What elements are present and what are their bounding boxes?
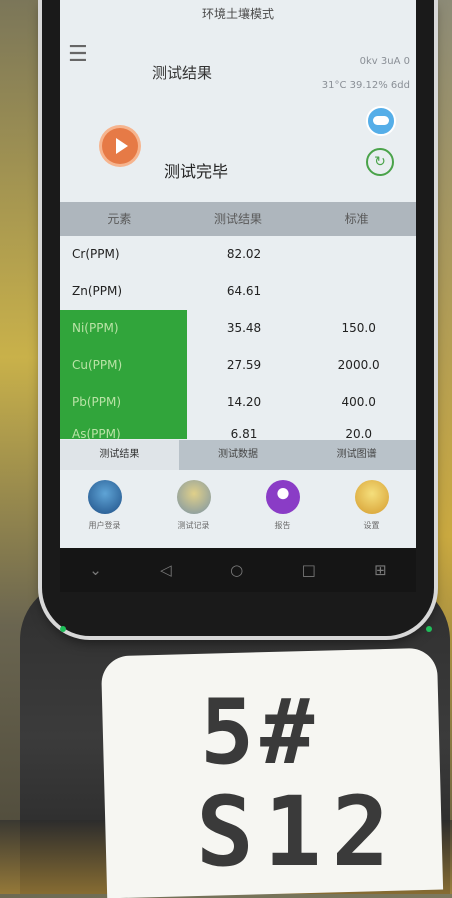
home-icon[interactable]: ○ — [230, 561, 243, 579]
sample-label-line-1: 5# — [200, 680, 321, 785]
user-icon — [87, 480, 122, 514]
tab-test-data[interactable]: 测试数据 — [178, 440, 298, 470]
recents-icon[interactable]: □ — [302, 561, 316, 579]
table-row[interactable]: Pb(PPM) 14.20 400.0 — [60, 384, 416, 421]
result-cell: 82.02 — [226, 247, 262, 261]
dock-item-login[interactable]: 用户登录 — [73, 480, 137, 531]
results-table-header: 元素 测试结果 标准 — [60, 202, 416, 236]
table-row[interactable]: Zn(PPM) 64.61 — [60, 273, 416, 310]
standard-cell: 2000.0 — [337, 358, 380, 372]
table-row[interactable]: Cr(PPM) 82.02 — [60, 236, 416, 273]
menu-icon[interactable]: ☰ — [68, 42, 88, 67]
app-mode-title: 环境土壤模式 — [201, 7, 274, 21]
android-navbar: ⌄ ◁ ○ □ ⊞ — [60, 548, 416, 592]
dock-label: 测试记录 — [177, 521, 210, 530]
element-cell: Ni(PPM) — [60, 310, 187, 347]
phone-device: 环境土壤模式 ☰ 测试结果 0kv 3uA 0 31°C 39.12% 6dd … — [42, 0, 434, 636]
tab-test-spectrum[interactable]: 测试图谱 — [297, 440, 416, 470]
cloud-icon[interactable] — [366, 106, 396, 136]
app-header: ☰ 测试结果 0kv 3uA 0 31°C 39.12% 6dd — [60, 28, 416, 108]
standard-cell — [301, 236, 416, 273]
dock-label: 用户登录 — [88, 521, 121, 530]
tab-test-result[interactable]: 测试结果 — [60, 440, 179, 470]
phone-screen: 环境土壤模式 ☰ 测试结果 0kv 3uA 0 31°C 39.12% 6dd … — [60, 0, 416, 548]
sync-icon[interactable]: ↻ — [366, 148, 394, 176]
table-row[interactable]: As(PPM) 6.81 20.0 — [60, 421, 416, 439]
settings-icon — [354, 480, 389, 514]
bottom-tabs: 测试结果 测试数据 测试图谱 — [60, 440, 416, 470]
element-cell: Cr(PPM) — [72, 247, 120, 261]
results-table: Cr(PPM) 82.02 Zn(PPM) 64.61 Ni(PPM) 35.4… — [60, 236, 416, 439]
page-title: 测试结果 — [152, 64, 213, 82]
result-cell: 27.59 — [226, 358, 262, 372]
test-status-text: 测试完毕 — [164, 162, 229, 181]
column-header-element: 元素 — [107, 212, 132, 226]
element-cell: Pb(PPM) — [60, 384, 187, 421]
element-cell: Zn(PPM) — [72, 284, 123, 298]
device-status-line-2: 31°C 39.12% 6dd — [321, 80, 410, 91]
element-cell: As(PPM) — [60, 421, 187, 439]
element-cell: Cu(PPM) — [60, 347, 187, 384]
dock-item-records[interactable]: 测试记录 — [162, 480, 226, 531]
back-icon[interactable]: ◁ — [160, 561, 172, 579]
device-status-line-1: 0kv 3uA 0 — [359, 56, 410, 67]
play-icon[interactable] — [102, 128, 138, 164]
screenshot-icon[interactable]: ⊞ — [374, 561, 387, 579]
result-cell: 6.81 — [230, 427, 258, 439]
dock-item-report[interactable]: 报告 — [251, 480, 315, 531]
table-row[interactable]: Ni(PPM) 35.48 150.0 — [60, 310, 416, 347]
dock-item-settings[interactable]: 设置 — [340, 480, 404, 531]
records-icon — [176, 480, 211, 514]
dock-label: 设置 — [363, 521, 380, 530]
table-row[interactable]: Cu(PPM) 27.59 2000.0 — [60, 347, 416, 384]
result-cell: 35.48 — [226, 321, 262, 335]
status-led-right — [426, 626, 432, 632]
column-header-result: 测试结果 — [214, 212, 263, 226]
result-cell: 14.20 — [226, 395, 262, 409]
sample-label-line-2: S12 — [196, 776, 400, 888]
hide-keyboard-icon[interactable]: ⌄ — [89, 561, 102, 579]
status-led-left — [60, 626, 66, 632]
dock-label: 报告 — [274, 521, 291, 530]
standard-cell: 400.0 — [341, 395, 376, 409]
standard-cell: 150.0 — [341, 321, 376, 335]
standard-cell: 20.0 — [345, 427, 373, 439]
report-icon — [265, 480, 300, 514]
standard-cell — [301, 273, 416, 310]
app-dock: 用户登录 测试记录 报告 设置 — [60, 470, 416, 548]
column-header-standard: 标准 — [344, 212, 369, 226]
result-cell: 64.61 — [226, 284, 262, 298]
